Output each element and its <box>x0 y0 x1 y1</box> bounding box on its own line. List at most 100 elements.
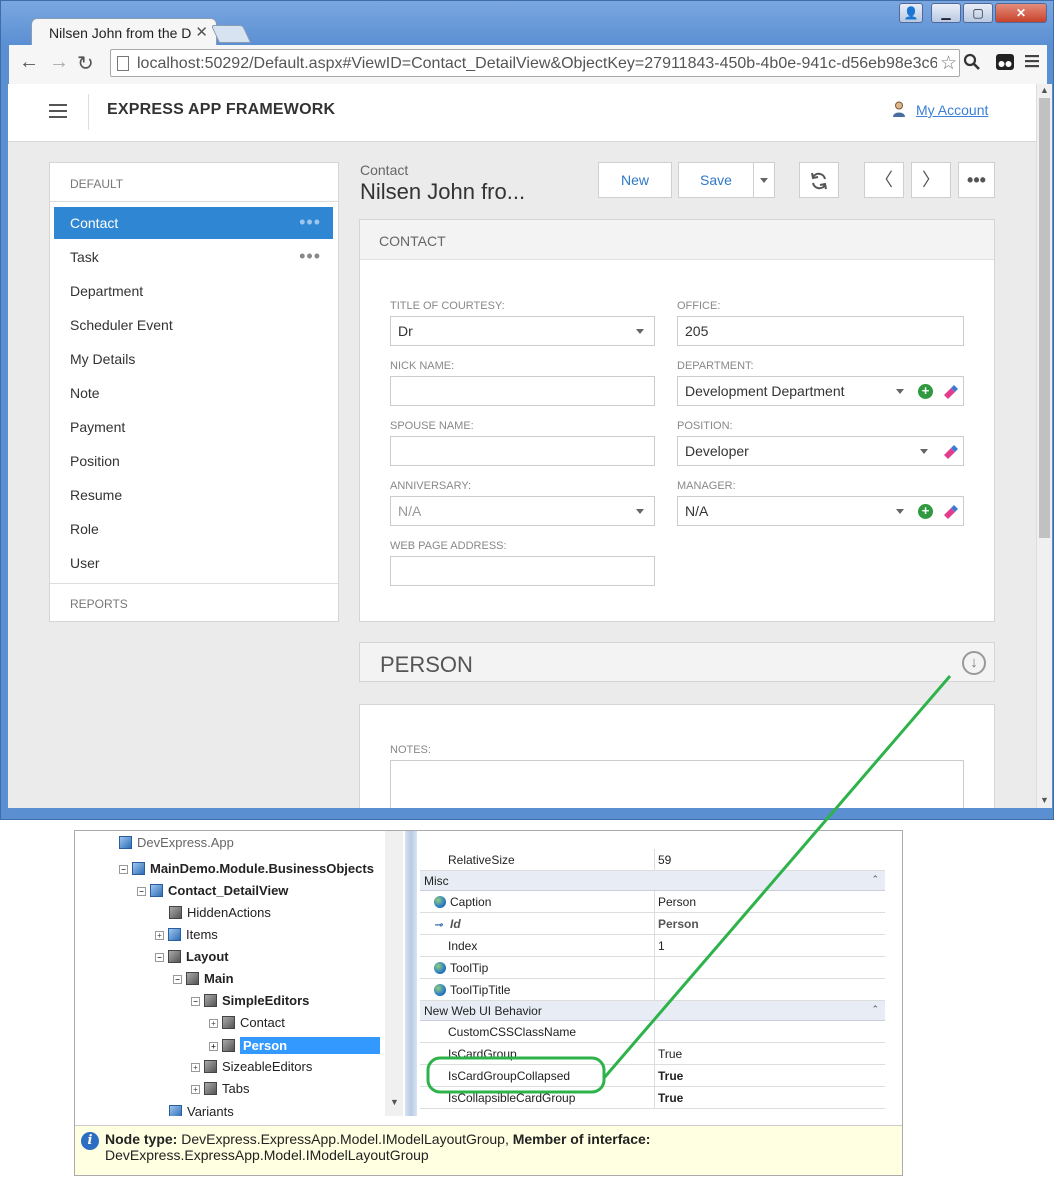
chevron-down-icon[interactable] <box>896 509 904 514</box>
more-actions-button[interactable]: ••• <box>958 162 995 198</box>
property-row-highlighted[interactable]: IsCardGroupCollapsed True <box>420 1065 885 1087</box>
save-dropdown-button[interactable] <box>753 162 775 198</box>
tree-node[interactable]: Variants <box>169 1104 234 1116</box>
property-row[interactable]: ToolTip <box>420 957 885 979</box>
nick-name-input[interactable] <box>390 376 655 406</box>
clear-eraser-icon[interactable] <box>942 504 958 520</box>
tree-node[interactable]: + Contact <box>209 1015 285 1035</box>
nav-item-contact[interactable]: Contact ••• <box>54 207 333 239</box>
collapse-icon[interactable]: − <box>155 953 164 962</box>
collapse-icon[interactable]: − <box>137 887 146 896</box>
property-row[interactable]: CustomCSSClassName <box>420 1021 885 1043</box>
nav-item-resume[interactable]: Resume <box>54 479 333 511</box>
scroll-down-icon[interactable]: ▼ <box>1040 795 1049 805</box>
property-value[interactable]: True <box>654 1043 885 1065</box>
chevron-down-icon[interactable] <box>636 329 644 334</box>
tree-node-selected[interactable]: + Person <box>209 1037 380 1057</box>
property-value[interactable]: True <box>654 1087 885 1109</box>
my-account-link[interactable]: My Account <box>916 102 988 118</box>
nav-item-user[interactable]: User <box>54 547 333 579</box>
property-row[interactable]: Index 1 <box>420 935 885 957</box>
tree-node[interactable]: − MainDemo.Module.BusinessObjects <box>119 861 374 881</box>
property-row[interactable]: ToolTipTitle <box>420 979 885 1001</box>
expand-arrow-down-icon[interactable]: ↓ <box>962 651 986 675</box>
close-window-button[interactable]: ✕ <box>995 3 1047 23</box>
new-button[interactable]: New <box>598 162 672 198</box>
nav-item-note[interactable]: Note <box>54 377 333 409</box>
expand-icon[interactable]: + <box>209 1042 218 1051</box>
tree-node[interactable]: − Layout <box>155 949 229 969</box>
tree-scrollbar[interactable]: ▼ <box>385 831 403 1116</box>
nav-item-role[interactable]: Role <box>54 513 333 545</box>
property-value[interactable] <box>654 979 885 1001</box>
reload-icon[interactable]: ↻ <box>77 51 94 76</box>
property-value[interactable] <box>654 1021 885 1043</box>
property-row[interactable]: ⊸ Id Person <box>420 913 885 935</box>
nav-group-reports[interactable]: REPORTS <box>70 597 128 611</box>
property-row[interactable]: IsCollapsibleCardGroup True <box>420 1087 885 1109</box>
menu-icon[interactable] <box>1025 53 1039 74</box>
next-record-button[interactable]: 〉 <box>911 162 951 198</box>
position-lookup[interactable]: Developer <box>677 436 964 466</box>
spouse-name-input[interactable] <box>390 436 655 466</box>
property-value[interactable]: Person <box>654 891 885 913</box>
property-category[interactable]: Misc ⌃ <box>420 871 885 891</box>
more-options-icon[interactable]: ••• <box>299 212 321 233</box>
nav-item-scheduler-event[interactable]: Scheduler Event <box>54 309 333 341</box>
add-new-icon[interactable]: + <box>918 504 933 519</box>
nav-item-task[interactable]: Task ••• <box>54 241 333 273</box>
web-page-address-input[interactable] <box>390 556 655 586</box>
expand-icon[interactable]: + <box>155 931 164 940</box>
property-category[interactable]: New Web UI Behavior ⌃ <box>420 1001 885 1021</box>
expand-icon[interactable]: + <box>191 1085 200 1094</box>
tab-close-icon[interactable]: ✕ <box>195 23 208 41</box>
expand-icon[interactable]: + <box>209 1019 218 1028</box>
add-new-icon[interactable]: + <box>918 384 933 399</box>
property-row[interactable]: Caption Person <box>420 891 885 913</box>
tree-node[interactable]: DevExpress.App <box>119 835 234 855</box>
tree-node[interactable]: + Tabs <box>191 1081 249 1101</box>
page-scrollbar[interactable]: ▲ ▼ <box>1036 84 1052 808</box>
tree-node[interactable]: − SimpleEditors <box>191 993 309 1013</box>
tree-node[interactable]: HiddenActions <box>169 905 271 925</box>
office-input[interactable]: 205 <box>677 316 964 346</box>
scrollbar-thumb[interactable] <box>1039 98 1050 538</box>
address-bar[interactable]: localhost:50292/Default.aspx#ViewID=Cont… <box>110 49 960 77</box>
collapse-icon[interactable]: ⌃ <box>871 874 879 885</box>
clear-eraser-icon[interactable] <box>942 384 958 400</box>
tree-node[interactable]: − Main <box>173 971 234 991</box>
expand-icon[interactable]: + <box>191 1063 200 1072</box>
scroll-down-icon[interactable]: ▼ <box>390 1097 399 1107</box>
anniversary-date-picker[interactable]: N/A <box>390 496 655 526</box>
nav-item-payment[interactable]: Payment <box>54 411 333 443</box>
property-value[interactable]: 1 <box>654 935 885 957</box>
forward-arrow-icon[interactable]: → <box>49 51 69 74</box>
collapse-icon[interactable]: − <box>191 997 200 1006</box>
panel-splitter[interactable] <box>405 831 417 1116</box>
extension-icon[interactable] <box>995 53 1015 76</box>
profile-icon[interactable]: 👤 <box>899 3 923 23</box>
refresh-button[interactable] <box>799 162 839 198</box>
chevron-down-icon[interactable] <box>920 449 928 454</box>
more-options-icon[interactable]: ••• <box>299 246 321 267</box>
back-arrow-icon[interactable]: ← <box>19 51 39 74</box>
previous-record-button[interactable]: 〈 <box>864 162 904 198</box>
title-of-courtesy-combo[interactable]: Dr <box>390 316 655 346</box>
nav-item-department[interactable]: Department <box>54 275 333 307</box>
chevron-down-icon[interactable] <box>896 389 904 394</box>
person-card-header[interactable]: PERSON ↓ <box>359 642 995 682</box>
property-value[interactable] <box>654 957 885 979</box>
tree-node[interactable]: + SizeableEditors <box>191 1059 312 1079</box>
collapse-icon[interactable]: − <box>173 975 182 984</box>
nav-item-my-details[interactable]: My Details <box>54 343 333 375</box>
clear-eraser-icon[interactable] <box>942 444 958 460</box>
account-menu[interactable]: My Account <box>892 101 988 118</box>
bookmark-star-icon[interactable]: ☆ <box>940 52 957 75</box>
minimize-button[interactable]: ▁ <box>931 3 961 23</box>
search-icon[interactable] <box>963 53 981 76</box>
collapse-icon[interactable]: − <box>119 865 128 874</box>
collapse-icon[interactable]: ⌃ <box>871 1004 879 1015</box>
browser-tab[interactable]: Nilsen John from the D ✕ <box>31 18 217 46</box>
tree-node[interactable]: + Items <box>155 927 218 947</box>
notes-textarea[interactable] <box>390 760 964 808</box>
